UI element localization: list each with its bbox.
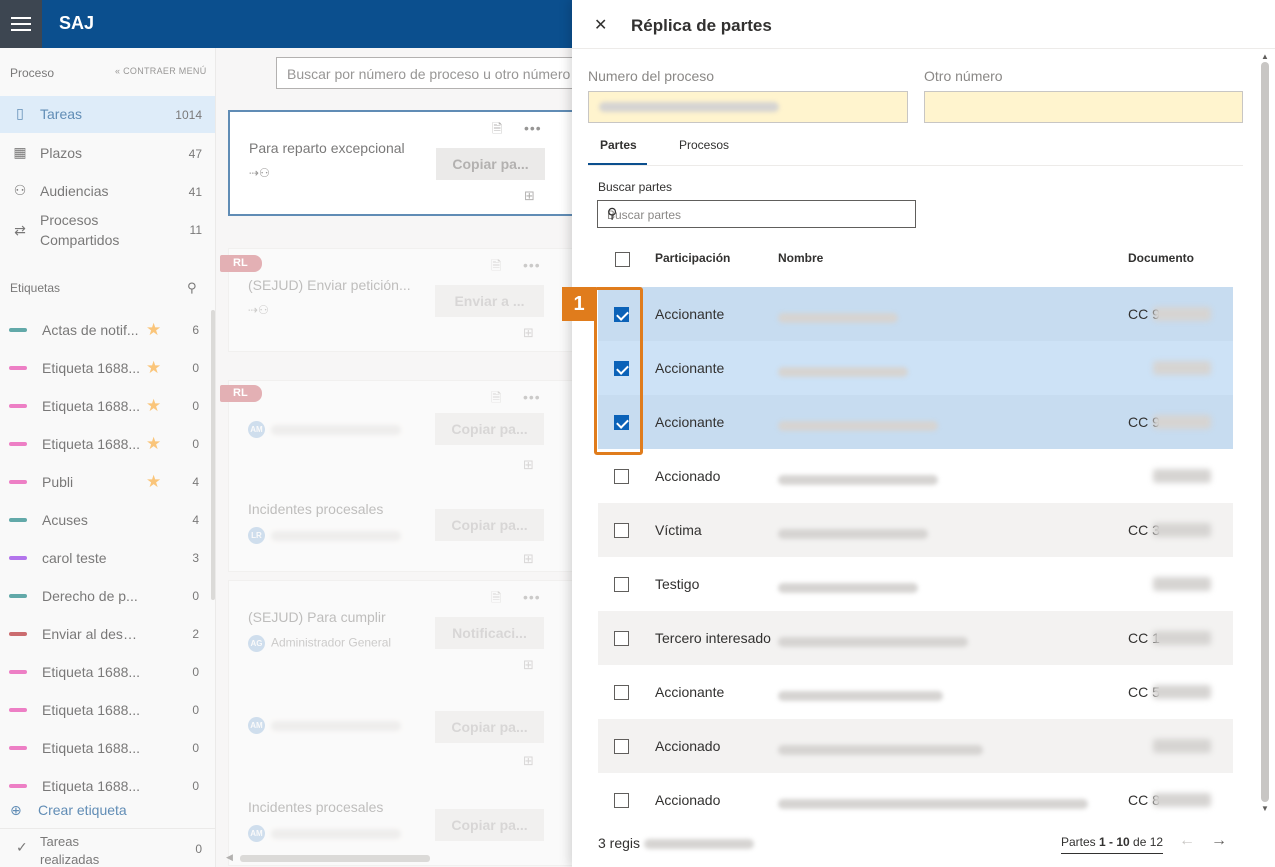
table-row[interactable]: Tercero interesado CC 1 [598, 611, 1233, 665]
numero-proceso-label: Numero del proceso [588, 68, 715, 84]
table-row[interactable]: Víctima CC 3 [598, 503, 1233, 557]
row-checkbox[interactable] [614, 685, 629, 700]
table-row[interactable]: Accionante CC 9 [598, 395, 1233, 449]
search-parties-input[interactable]: Buscar partes ⚲ [597, 200, 916, 228]
hamburger-menu-button[interactable] [0, 0, 42, 48]
row-checkbox[interactable] [614, 793, 629, 808]
tab-procesos[interactable]: Procesos [679, 138, 729, 152]
row-checkbox[interactable] [614, 739, 629, 754]
row-checkbox[interactable] [614, 523, 629, 538]
next-page-icon[interactable]: → [1211, 832, 1227, 850]
table-row[interactable]: Accionado CC 8 [598, 773, 1233, 827]
scroll-down-icon[interactable]: ▼ [1261, 804, 1269, 813]
table-row[interactable]: Accionante [598, 341, 1233, 395]
row-checkbox[interactable] [614, 631, 629, 646]
table-row[interactable]: Accionante CC 5 [598, 665, 1233, 719]
table-row[interactable]: Accionado [598, 449, 1233, 503]
search-icon[interactable]: ⚲ [607, 205, 907, 222]
otro-numero-label: Otro número [924, 68, 1003, 84]
replica-partes-panel: ✕ Réplica de partes Numero del proceso O… [572, 0, 1275, 867]
table-row[interactable]: Accionante CC 9 [598, 287, 1233, 341]
annotation-highlight [594, 287, 643, 455]
records-count: 3 regis [598, 835, 754, 851]
close-icon[interactable]: ✕ [594, 15, 607, 35]
table-row[interactable]: Accionado [598, 719, 1233, 773]
panel-scrollbar[interactable] [1261, 62, 1269, 802]
numero-proceso-field[interactable] [588, 91, 908, 123]
annotation-number: 1 [562, 287, 596, 321]
app-brand: SAJ [59, 13, 95, 33]
panel-title: Réplica de partes [631, 16, 772, 35]
row-checkbox[interactable] [614, 577, 629, 592]
select-all-checkbox[interactable] [615, 252, 630, 267]
table-header: Participación Nombre Documento [598, 238, 1233, 278]
modal-overlay[interactable] [0, 48, 572, 867]
panel-tabs: Partes Procesos [588, 128, 1243, 166]
search-parties-label: Buscar partes [598, 180, 673, 194]
tab-partes[interactable]: Partes [600, 138, 637, 152]
pager-status: Partes 1 - 10 de 12 [1061, 835, 1164, 854]
previous-page-icon[interactable]: ← [1179, 832, 1195, 850]
scroll-up-icon[interactable]: ▲ [1261, 52, 1269, 61]
row-checkbox[interactable] [614, 469, 629, 484]
otro-numero-field[interactable] [924, 91, 1243, 123]
table-row[interactable]: Testigo [598, 557, 1233, 611]
